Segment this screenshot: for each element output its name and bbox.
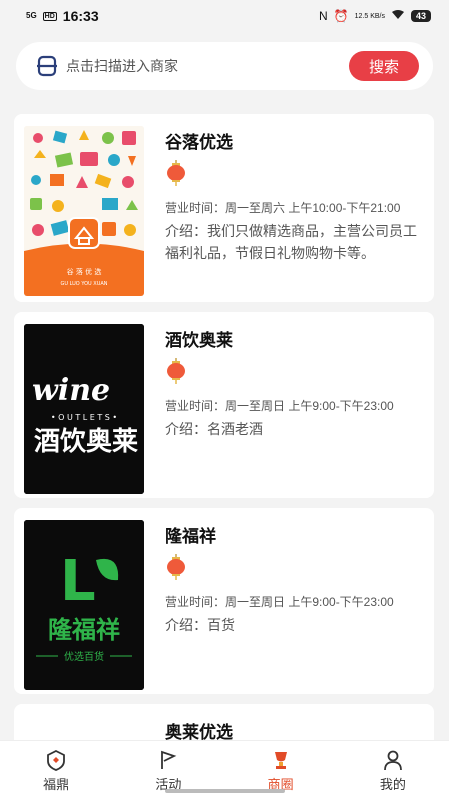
shield-icon (47, 749, 66, 771)
shop-hours: 营业时间：周一至周六 上午10:00-下午21:00 (165, 201, 401, 215)
svg-text:隆福祥: 隆福祥 (48, 616, 120, 644)
search-input[interactable]: 点击扫描进入商家 (66, 56, 349, 76)
lantern-icon (167, 358, 185, 384)
alarm-icon: ⏰ (333, 9, 349, 23)
svg-text:谷 落 优 选: 谷 落 优 选 (67, 267, 102, 276)
shop-card[interactable]: L 隆福祥 优选百货 隆福祥 营业时间：周一至周日 上午9:00-下午23:00… (14, 508, 434, 694)
lantern-icon (167, 160, 185, 186)
search-bar[interactable]: 点击扫描进入商家 搜索 (16, 42, 433, 90)
shop-name: 酒饮奥莱 (165, 331, 233, 350)
svg-text:• O U T L E T S •: • O U T L E T S • (51, 413, 117, 422)
shop-card[interactable]: 谷 落 优 选 GU LUO YOU XUAN 谷落优选 营业时间：周一至周六 … (14, 114, 434, 302)
svg-text:酒饮奥莱: 酒饮奥莱 (34, 426, 138, 457)
tab-label: 我的 (379, 777, 406, 792)
shop-card[interactable]: wine • O U T L E T S • 酒饮奥莱 酒饮奥莱 营业时间：周一… (14, 312, 434, 498)
svg-text:GU LUO YOU XUAN: GU LUO YOU XUAN (60, 281, 107, 287)
svg-text:wine: wine (32, 373, 110, 408)
status-time: 16:33 (62, 8, 99, 24)
tab-label: 福鼎 (43, 777, 70, 792)
search-button[interactable]: 搜索 (349, 51, 419, 81)
shop-name: 隆福祥 (165, 527, 216, 546)
svg-text:L: L (60, 549, 96, 614)
flag-icon (161, 750, 177, 769)
tab-fuding[interactable]: 福鼎 (0, 741, 112, 799)
svg-text:优选百货: 优选百货 (64, 650, 104, 663)
shop-logo-wine: wine • O U T L E T S • 酒饮奥莱 (24, 324, 144, 494)
lantern-icon (167, 554, 185, 580)
home-indicator[interactable] (165, 789, 285, 793)
shop-name: 谷落优选 (165, 133, 233, 152)
trophy-icon (274, 752, 287, 769)
shop-intro: 介绍：名酒老酒 (165, 421, 263, 437)
shop-logo-longfuxiang: L 隆福祥 优选百货 (24, 520, 144, 690)
shop-hours: 营业时间：周一至周日 上午9:00-下午23:00 (165, 399, 394, 413)
signal-indicator: 5G (26, 11, 37, 20)
hd-badge: HD (42, 11, 57, 21)
tab-mine[interactable]: 我的 (337, 741, 449, 799)
scan-icon[interactable] (36, 55, 58, 77)
nfc-icon: N (319, 9, 328, 23)
status-bar: 5G HD 16:33 N ⏰ 12.5 KB/s 43 (0, 0, 449, 32)
net-speed: 12.5 KB/s (354, 12, 385, 20)
shop-intro: 介绍：百货 (165, 617, 235, 633)
wifi-icon (391, 9, 405, 23)
battery-indicator: 43 (410, 10, 431, 22)
user-icon (383, 750, 402, 771)
shop-hours: 营业时间：周一至周日 上午9:00-下午23:00 (165, 595, 394, 609)
shop-logo-guluo: 谷 落 优 选 GU LUO YOU XUAN (24, 126, 144, 296)
shop-intro: 介绍：我们只做精选商品，主营公司员工福利礼品，节假日礼物购物卡等。 (165, 223, 417, 261)
